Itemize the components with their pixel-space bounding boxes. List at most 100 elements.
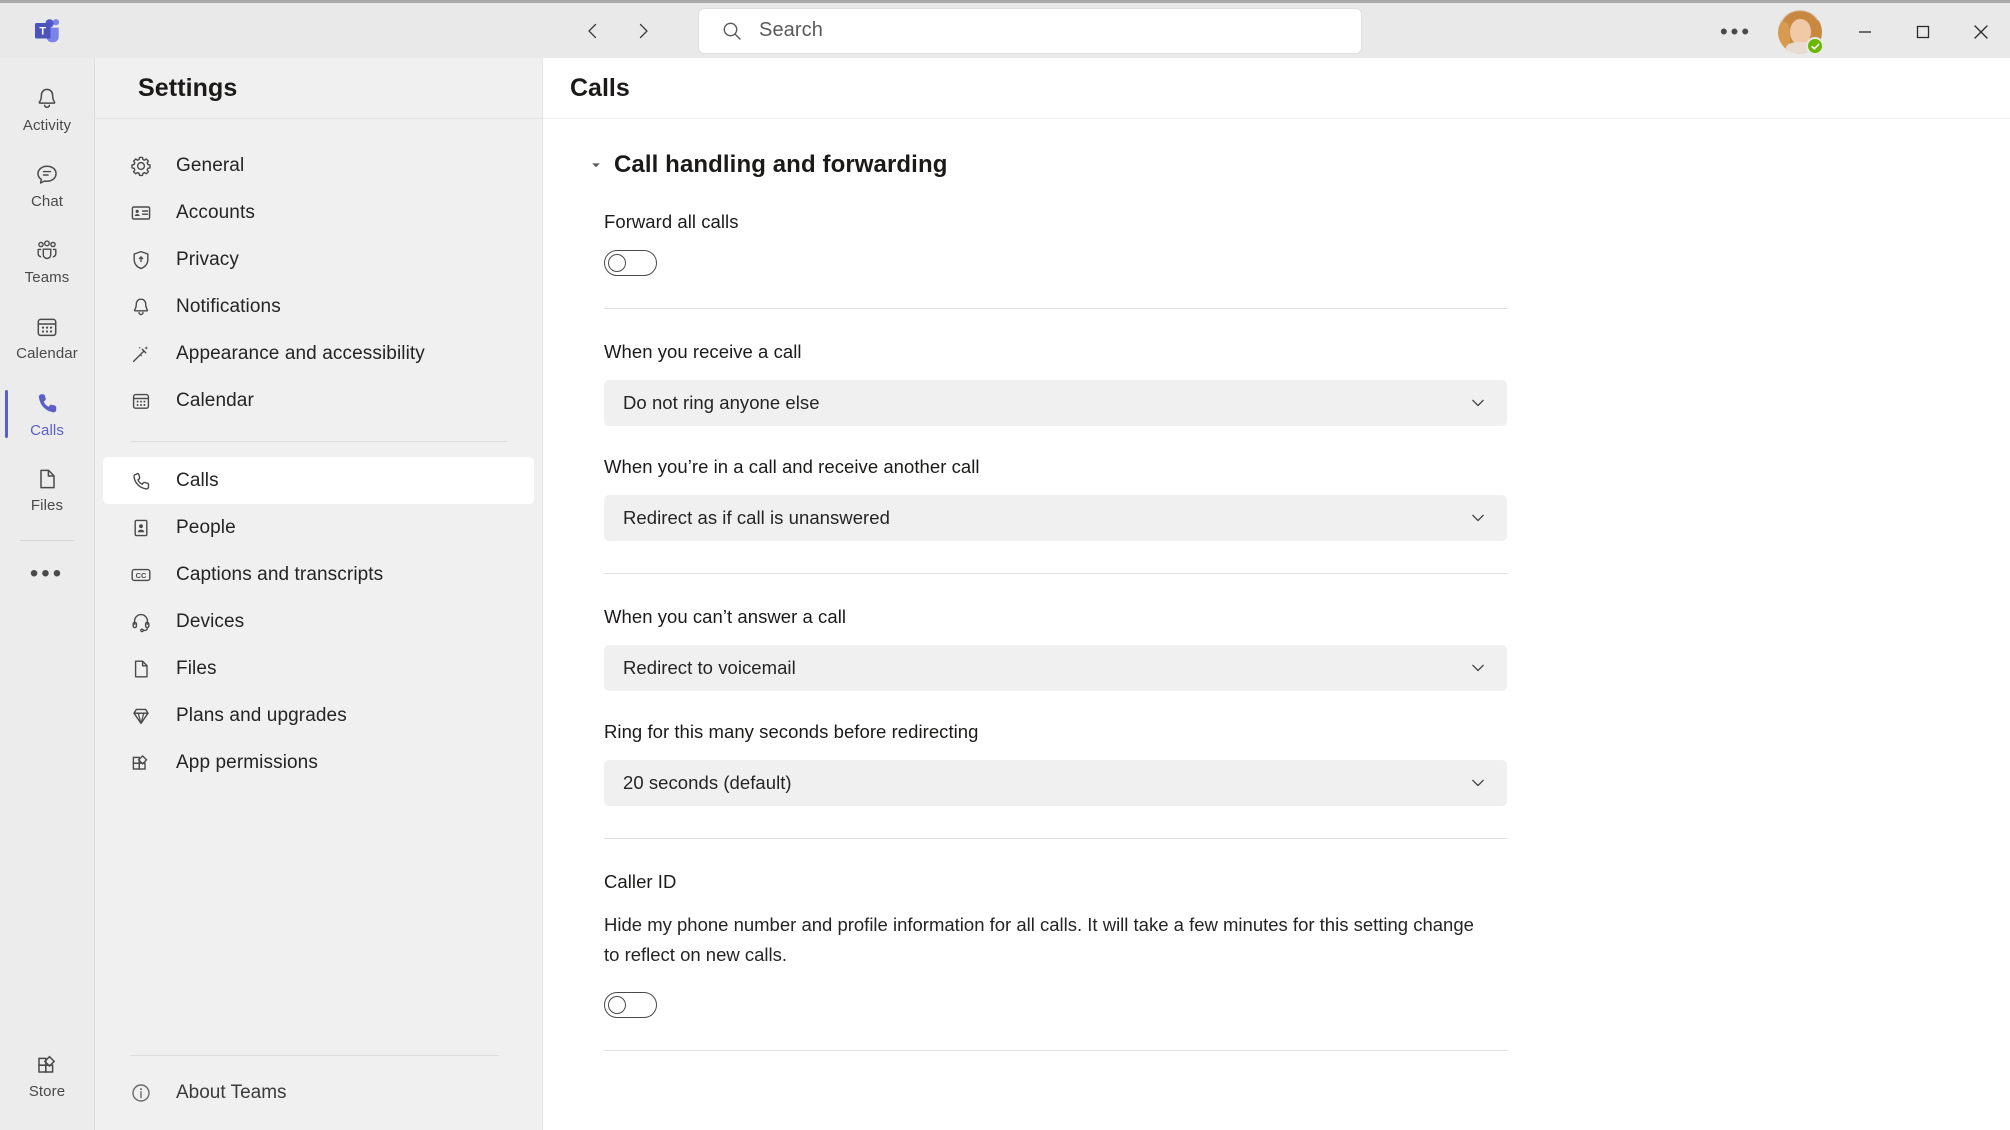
sidebar-item-devices[interactable]: Devices [103, 598, 534, 645]
minimize-icon [1859, 31, 1871, 33]
chat-icon [37, 165, 57, 184]
magic-wand-icon [129, 342, 152, 365]
chevron-down-icon [1468, 508, 1488, 528]
file-icon [40, 469, 55, 489]
rail-item-activity[interactable]: Activity [0, 72, 95, 148]
back-button[interactable] [575, 13, 611, 49]
diamond-icon [129, 704, 152, 727]
rail-item-teams[interactable]: Teams [0, 224, 95, 300]
divider [604, 838, 1507, 839]
sidebar-item-label: Plans and upgrades [176, 704, 347, 726]
ring-seconds-dropdown[interactable]: 20 seconds (default) [604, 760, 1507, 806]
settings-nav-panel: Settings General Accounts Privacy Notifi… [95, 58, 543, 1130]
divider [604, 1050, 1507, 1051]
phone-icon [38, 393, 56, 412]
rail-item-store[interactable]: Store [0, 1038, 95, 1114]
about-teams-label: About Teams [176, 1082, 287, 1103]
section-call-handling-and-forwarding[interactable]: Call handling and forwarding [589, 151, 2010, 179]
rail-item-calendar[interactable]: Calendar [0, 300, 95, 376]
sidebar-item-label: Appearance and accessibility [176, 342, 425, 364]
sidebar-item-files[interactable]: Files [103, 645, 534, 692]
settings-title: Settings [138, 73, 238, 102]
when-you-receive-a-call-label: When you receive a call [604, 341, 802, 362]
settings-nav-divider [130, 441, 507, 442]
sidebar-item-label: General [176, 154, 245, 176]
sidebar-item-label: Captions and transcripts [176, 563, 384, 585]
app-rail: Activity Chat Teams Calendar Calls Files… [0, 58, 95, 1130]
forward-all-calls-toggle[interactable] [604, 250, 657, 276]
when-cant-answer-a-call-dropdown[interactable]: Redirect to voicemail [604, 645, 1507, 691]
window-body: Activity Chat Teams Calendar Calls Files… [0, 58, 2010, 1130]
chevron-left-icon [588, 23, 597, 38]
rail-label: Chat [30, 193, 64, 210]
sidebar-item-label: Calendar [176, 389, 254, 411]
caller-id-label: Caller ID [604, 871, 677, 892]
bell-icon [38, 88, 56, 108]
minimize-button[interactable] [1836, 3, 1894, 61]
toggle-knob [608, 254, 626, 272]
sidebar-item-calendar[interactable]: Calendar [103, 377, 534, 424]
caller-id-toggle[interactable] [604, 992, 657, 1018]
rail-item-chat[interactable]: Chat [0, 148, 95, 224]
close-icon [1974, 25, 1988, 39]
rail-divider [20, 540, 74, 541]
sidebar-item-notifications[interactable]: Notifications [103, 283, 534, 330]
sidebar-item-label: Privacy [176, 248, 239, 270]
sidebar-item-privacy[interactable]: Privacy [103, 236, 534, 283]
sidebar-item-people[interactable]: People [103, 504, 534, 551]
search-icon [723, 22, 741, 40]
rail-label: Calls [30, 421, 64, 439]
search-input[interactable]: Search [759, 19, 823, 42]
svg-text:CC: CC [135, 571, 146, 580]
caret-down-icon [589, 158, 603, 172]
dropdown-value: Redirect as if call is unanswered [623, 507, 890, 528]
chevron-right-icon [639, 23, 648, 38]
dropdown-value: Do not ring anyone else [623, 392, 820, 413]
nav-arrows [575, 13, 661, 49]
sidebar-item-label: Notifications [176, 295, 281, 317]
more-options-button[interactable]: ••• [1710, 10, 1762, 54]
sidebar-item-accounts[interactable]: Accounts [103, 189, 534, 236]
calendar-icon [129, 389, 152, 412]
sidebar-item-calls[interactable]: Calls [103, 457, 534, 504]
apps-icon [129, 751, 152, 774]
when-cant-answer-a-call-label: When you can’t answer a call [604, 606, 847, 627]
teams-logo: T [0, 16, 95, 46]
rail-item-calls[interactable]: Calls [0, 376, 95, 452]
rail-item-files[interactable]: Files [0, 452, 95, 528]
sidebar-item-general[interactable]: General [103, 142, 534, 189]
sidebar-item-plans-and-upgrades[interactable]: Plans and upgrades [103, 692, 534, 739]
person-card-icon [129, 516, 152, 539]
chevron-down-icon [1468, 773, 1488, 793]
file-icon [129, 657, 152, 680]
search-bar[interactable]: Search [699, 8, 1361, 53]
bell-icon [129, 295, 152, 318]
sidebar-item-label: Accounts [176, 201, 255, 223]
sidebar-item-app-permissions[interactable]: App permissions [103, 739, 534, 786]
sidebar-item-label: Files [176, 657, 217, 679]
sidebar-item-captions-and-transcripts[interactable]: CC Captions and transcripts [103, 551, 534, 598]
teams-people-icon [37, 240, 57, 260]
headset-icon [129, 610, 152, 633]
chevron-down-icon [1468, 658, 1488, 678]
closed-caption-icon: CC [129, 563, 152, 586]
when-you-receive-a-call-dropdown[interactable]: Do not ring anyone else [604, 380, 1507, 426]
rail-more-apps-button[interactable]: ••• [0, 547, 95, 601]
about-teams-button[interactable]: About Teams [103, 1056, 534, 1130]
about-area: About Teams [95, 1055, 542, 1130]
maximize-icon [1916, 25, 1930, 39]
sidebar-item-label: Calls [176, 469, 219, 491]
rail-label: Files [30, 497, 64, 514]
close-button[interactable] [1952, 3, 2010, 61]
divider [604, 573, 1507, 574]
maximize-button[interactable] [1894, 3, 1952, 61]
rail-label: Activity [22, 117, 72, 134]
when-in-a-call-another-call-dropdown[interactable]: Redirect as if call is unanswered [604, 495, 1507, 541]
store-icon [38, 1055, 56, 1073]
teams-logo-icon: T [34, 18, 59, 42]
forward-button[interactable] [625, 13, 661, 49]
phone-icon [129, 469, 152, 492]
settings-fields: Forward all calls When you receive a cal… [604, 211, 1507, 1051]
sidebar-item-appearance-and-accessibility[interactable]: Appearance and accessibility [103, 330, 534, 377]
avatar[interactable] [1778, 10, 1824, 55]
